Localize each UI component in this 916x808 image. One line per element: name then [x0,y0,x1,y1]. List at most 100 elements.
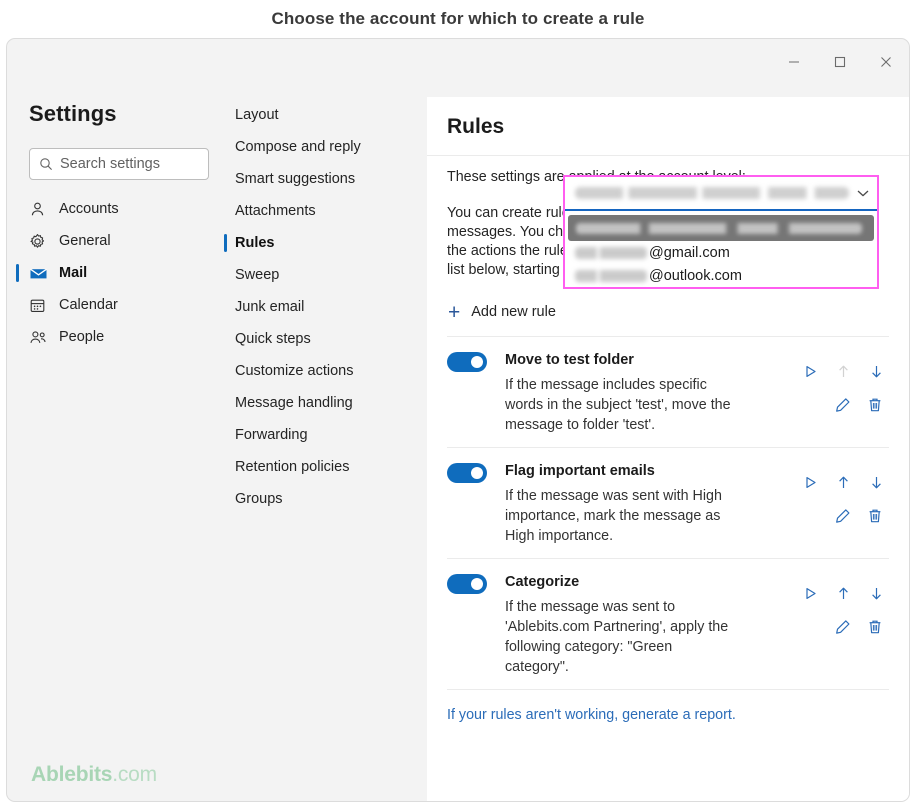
sidebar-item-accounts[interactable]: Accounts [23,193,221,225]
rule-name: Flag important emails [505,463,655,479]
subnav-item-label: Forwarding [235,427,308,443]
settings-nav: Accounts General Mail Calendar People [16,193,221,353]
subnav-item-label: Smart suggestions [235,171,356,187]
subnav-item-rules[interactable]: Rules [221,227,427,259]
delete-rule-icon[interactable] [862,615,888,639]
redacted-account-name [575,246,647,259]
move-rule-down-icon[interactable] [863,359,889,383]
subnav-item-label: Quick steps [235,331,311,347]
subnav-item-label: Layout [235,107,279,123]
subnav-item-retention-policies[interactable]: Retention policies [221,451,427,483]
subnav-item-message-handling[interactable]: Message handling [221,387,427,419]
rule-enabled-toggle[interactable] [447,352,487,372]
sidebar-item-label: Calendar [59,297,118,313]
rule-description: If the message was sent with High import… [505,488,722,544]
search-placeholder: Search settings [60,156,160,172]
delete-rule-icon[interactable] [862,504,888,528]
rule-row: Categorize If the message was sent to 'A… [447,558,889,689]
sidebar-item-general[interactable]: General [23,225,221,257]
sidebar-item-label: Accounts [59,201,119,217]
redacted-account-name [575,269,647,282]
run-rule-icon[interactable] [797,581,823,605]
maximize-icon[interactable] [817,43,863,81]
rule-text: Flag important emails If the message was… [505,462,737,546]
rule-enabled-toggle[interactable] [447,574,487,594]
subnav-item-compose-and-reply[interactable]: Compose and reply [221,131,427,163]
delete-rule-icon[interactable] [862,393,888,417]
subnav-item-sweep[interactable]: Sweep [221,259,427,291]
subnav-item-label: Groups [235,491,283,507]
subnav-item-label: Sweep [235,267,280,283]
move-rule-down-icon[interactable] [863,470,889,494]
subnav-item-layout[interactable]: Layout [221,99,427,131]
account-option-outlook[interactable]: @outlook.com [569,264,873,287]
subnav-item-attachments[interactable]: Attachments [221,195,427,227]
plus-icon: + [448,300,461,324]
move-rule-up-icon[interactable] [830,581,856,605]
rule-row: Move to test folder If the message inclu… [447,336,889,447]
sidebar-item-people[interactable]: People [23,321,221,353]
account-option-primary[interactable] [568,215,874,241]
title-bar [7,39,909,89]
subnav-item-quick-steps[interactable]: Quick steps [221,323,427,355]
person-icon [29,201,55,218]
subnav-item-groups[interactable]: Groups [221,483,427,515]
rule-actions-row-secondary [797,613,889,641]
subnav-item-label: Junk email [235,299,305,315]
subnav-item-label: Retention policies [235,459,350,475]
search-icon [39,157,53,171]
mail-icon [29,264,55,283]
edit-rule-icon[interactable] [830,615,856,639]
rules-list: Move to test folder If the message inclu… [447,336,889,689]
account-option-label: @outlook.com [649,267,742,284]
settings-rail: Settings Search settings Accounts Genera… [7,89,221,801]
run-rule-icon[interactable] [797,359,823,383]
sidebar-item-label: People [59,329,105,345]
generate-report-link[interactable]: If your rules aren't working, generate a… [447,689,889,723]
rule-actions-row-primary [797,468,889,496]
search-input[interactable]: Search settings [29,148,209,180]
minimize-icon[interactable] [771,43,817,81]
subnav-item-customize-actions[interactable]: Customize actions [221,355,427,387]
edit-rule-icon[interactable] [830,504,856,528]
edit-rule-icon[interactable] [830,393,856,417]
subnav-item-smart-suggestions[interactable]: Smart suggestions [221,163,427,195]
people-icon [29,329,55,346]
chevron-down-icon[interactable] [855,185,871,201]
move-rule-down-icon[interactable] [863,581,889,605]
account-combobox[interactable] [565,177,877,211]
gear-icon [29,233,55,250]
settings-heading: Settings [29,101,117,126]
account-selected-value-redacted [575,187,849,199]
subnav-item-label: Message handling [235,395,353,411]
subnav-item-label: Compose and reply [235,139,361,155]
watermark-domain: .com [112,763,157,786]
sidebar-item-mail[interactable]: Mail [16,257,221,289]
settings-window: Settings Search settings Accounts Genera… [6,38,910,802]
sidebar-item-label: Mail [59,265,88,281]
rule-actions-row-secondary [797,391,889,419]
ablebits-watermark: Ablebits.com [31,763,157,787]
add-new-rule-button[interactable]: + Add new rule [447,297,587,327]
account-option-label: @gmail.com [649,244,730,261]
close-icon[interactable] [863,43,909,81]
subnav-item-label: Rules [235,235,275,251]
rule-row: Flag important emails If the message was… [447,447,889,558]
move-rule-up-icon [830,359,856,383]
rule-actions-row-primary [797,579,889,607]
redacted-account-name [576,222,862,234]
sidebar-item-calendar[interactable]: Calendar [23,289,221,321]
subnav-item-junk-email[interactable]: Junk email [221,291,427,323]
rule-actions [797,573,889,677]
subnav-item-label: Customize actions [235,363,354,379]
add-new-rule-label: Add new rule [471,304,556,320]
account-option-gmail[interactable]: @gmail.com [569,241,873,264]
calendar-icon [29,297,55,314]
rule-enabled-toggle[interactable] [447,463,487,483]
subnav-item-forwarding[interactable]: Forwarding [221,419,427,451]
mail-subnav: Layout Compose and reply Smart suggestio… [221,89,427,801]
run-rule-icon[interactable] [797,470,823,494]
move-rule-up-icon[interactable] [830,470,856,494]
rule-actions [797,462,889,546]
rule-actions [797,351,889,435]
